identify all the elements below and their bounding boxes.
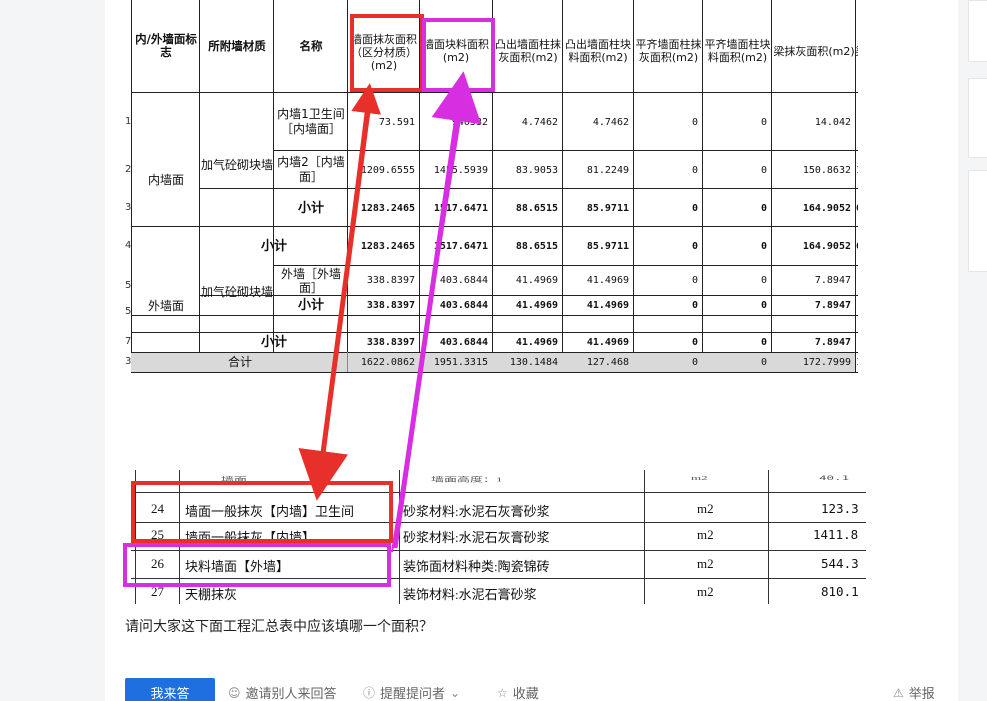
report-label: 举报: [908, 687, 935, 701]
remind-label: 提醒提问者: [380, 687, 446, 701]
collect-button[interactable]: ☆ 收藏: [497, 683, 539, 701]
person-icon: ☺: [228, 685, 241, 700]
annotation-arrows: [298, 71, 482, 553]
rail-card: [968, 0, 987, 62]
report-button[interactable]: ⚠ 举报: [893, 683, 935, 701]
star-icon: ☆: [497, 685, 508, 700]
invite-button[interactable]: ☺ 邀请别人来回答: [228, 683, 337, 701]
action-bar: 我来答 ☺ 邀请别人来回答 ⓘ 提醒提问者 ⌄ ☆ 收藏 ⚠ 举报: [125, 678, 940, 701]
invite-label: 邀请别人来回答: [245, 687, 337, 701]
info-icon: ⓘ: [363, 686, 376, 700]
arrow-magenta-line: [391, 99, 464, 553]
collect-label: 收藏: [512, 687, 539, 701]
answer-card: 内/外墙面标志 所附墙材质 名称 墙面抹灰面积（区分材质）(m2) 墙面块料面积…: [105, 0, 958, 701]
rail-card: [968, 78, 987, 158]
answer-button[interactable]: 我来答: [125, 678, 215, 701]
chevron-down-icon: ⌄: [450, 685, 461, 700]
arrow-red-up: [318, 83, 382, 479]
right-sidebar-edge: [968, 0, 987, 701]
remind-button[interactable]: ⓘ 提醒提问者 ⌄: [363, 683, 460, 701]
question-text: 请问大家这下面工程汇总表中应该填哪一个面积？: [125, 619, 433, 635]
rail-card: [968, 170, 987, 272]
warning-icon: ⚠: [893, 685, 904, 700]
